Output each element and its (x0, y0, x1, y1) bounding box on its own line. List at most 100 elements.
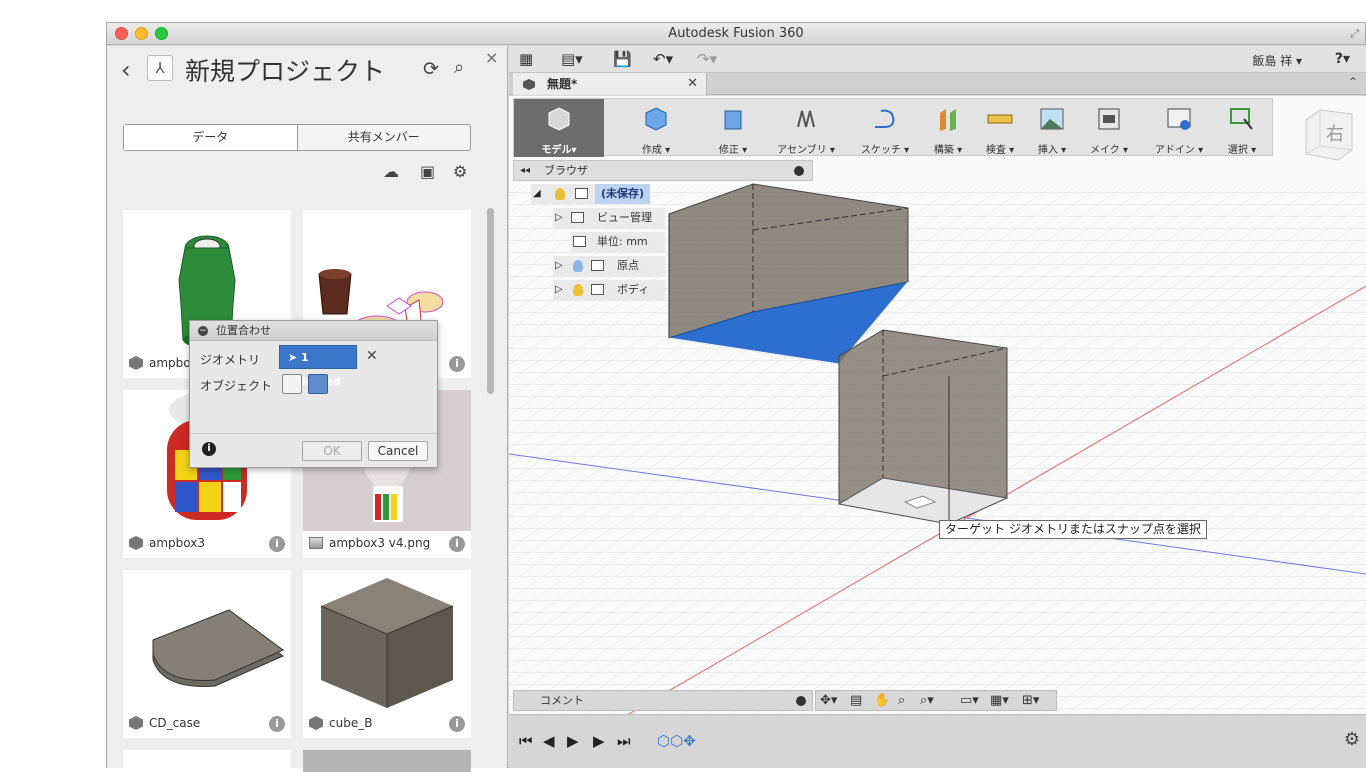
user-menu[interactable]: 飯島 祥 ▾ (1252, 52, 1302, 69)
scrollbar[interactable] (487, 208, 494, 394)
go-to-start-icon[interactable]: ⏮ (519, 732, 533, 750)
workspace-switcher-button[interactable]: モデル▾ (514, 99, 604, 157)
item-name: CD_case (149, 716, 201, 730)
grid-settings-icon[interactable]: ▦▾ (990, 693, 1009, 708)
construct-menu-button[interactable]: 構築 ▾ (926, 99, 970, 157)
cursor-icon: ➤ (288, 351, 302, 364)
new-folder-icon[interactable]: ▣ (420, 162, 435, 181)
step-back-icon[interactable]: ◀ (543, 732, 555, 750)
chevron-up-icon[interactable]: ⌃ (1348, 75, 1358, 89)
play-icon[interactable]: ▶ (593, 732, 605, 750)
modify-menu-button[interactable]: 修正 ▾ (704, 99, 762, 157)
clear-selection-icon[interactable]: ✕ (366, 348, 378, 364)
quick-access-toolbar: ▦ ▤▾ 💾 ↶▾ ↷▾ 飯島 祥 ▾ ?▾ (509, 46, 1366, 73)
tree-node[interactable]: ▷ 原点 (553, 256, 665, 276)
zoom-icon[interactable]: ⌕ (898, 693, 905, 708)
fullscreen-icon[interactable]: ⤢ (1350, 27, 1359, 41)
expanded-icon[interactable]: ◢ (533, 184, 541, 204)
visibility-bulb-icon[interactable] (573, 284, 583, 296)
item-caption: ampbox3 v4.png (309, 536, 430, 550)
insert-menu-button[interactable]: 挿入 ▾ (1030, 99, 1074, 157)
info-icon[interactable]: i (449, 356, 465, 372)
dialog-title-bar[interactable]: − 位置合わせ (190, 321, 437, 341)
fit-icon[interactable]: ⌕▾ (920, 693, 934, 708)
object-body-button[interactable] (282, 374, 302, 394)
assemble-menu-button[interactable]: アセンブリ ▾ (770, 99, 842, 157)
object-component-button[interactable] (308, 374, 328, 394)
make-menu-button[interactable]: メイク ▾ (1082, 99, 1136, 157)
orbit-icon[interactable]: ✥▾ (820, 693, 837, 708)
look-at-icon[interactable]: ▤ (850, 693, 862, 708)
collapsed-icon[interactable]: ▷ (555, 280, 563, 300)
gear-icon[interactable]: ⚙ (453, 162, 467, 181)
collapse-icon[interactable]: − (198, 325, 208, 336)
gear-icon[interactable]: ⚙ (1344, 729, 1360, 750)
tree-root[interactable]: ◢ (未保存) (531, 184, 651, 204)
folder-icon (591, 284, 604, 295)
redo-icon[interactable]: ↷▾ (697, 50, 717, 68)
tree-node[interactable]: 単位: mm (571, 232, 665, 252)
tree-node-label: ボディ (617, 283, 650, 296)
upload-icon[interactable]: ☁ (383, 162, 399, 181)
info-icon[interactable]: i (449, 536, 465, 552)
expand-icon[interactable] (796, 696, 806, 706)
comment-bar[interactable]: コメント (513, 690, 813, 711)
canvas-viewport[interactable]: モデル▾ 作成 ▾ 修正 ▾ アセンブリ ▾ スケッチ ▾ 構築 ▾ 検査 ▾ … (509, 96, 1366, 714)
info-icon[interactable]: i (269, 536, 285, 552)
view-cube[interactable]: 右 (1300, 106, 1358, 164)
search-icon[interactable]: ⌕ (454, 57, 464, 78)
browser-panel-header[interactable]: ◂◂ ブラウザ (513, 160, 813, 181)
list-item[interactable] (123, 750, 291, 772)
cancel-button[interactable]: Cancel (368, 441, 428, 461)
list-item[interactable]: CD_case i (123, 570, 291, 738)
undo-icon[interactable]: ↶▾ (653, 50, 673, 68)
dialog-title: 位置合わせ (216, 323, 271, 337)
list-item[interactable] (303, 750, 471, 772)
sketch-menu-button[interactable]: スケッチ ▾ (850, 99, 920, 157)
visibility-bulb-icon[interactable] (573, 260, 583, 272)
item-caption: cube_B (309, 716, 372, 730)
tab-data[interactable]: データ (124, 125, 298, 150)
item-caption: ampbox3 (129, 536, 205, 550)
close-icon[interactable]: ✕ (687, 73, 698, 95)
thumbnail (123, 570, 291, 711)
tree-node[interactable]: ▷ ボディ (553, 280, 665, 300)
pan-icon[interactable]: ✋ (874, 693, 890, 708)
help-icon[interactable]: ?▾ (1335, 51, 1350, 67)
folder-icon (591, 260, 604, 271)
select-menu-button[interactable]: 選択 ▾ (1220, 99, 1264, 157)
item-caption: CD_case (129, 716, 200, 730)
collapsed-icon[interactable]: ▷ (555, 208, 563, 228)
geometry-selection-button[interactable]: ➤ 1 selected (279, 345, 357, 388)
list-item[interactable]: cube_B i (303, 570, 471, 738)
visibility-bulb-icon[interactable] (555, 188, 565, 200)
back-icon[interactable]: ‹ (121, 56, 131, 84)
info-icon[interactable]: i (202, 442, 216, 456)
inspect-menu-button[interactable]: 検査 ▾ (978, 99, 1022, 157)
info-icon[interactable]: i (269, 716, 285, 732)
go-to-end-icon[interactable]: ⏭ (617, 732, 631, 750)
collapse-left-icon[interactable]: ◂◂ (520, 161, 530, 180)
workspace: ▦ ▤▾ 💾 ↶▾ ↷▾ 飯島 祥 ▾ ?▾ 無題* ✕ ⌃ モデル▾ 作成 ▾… (509, 46, 1366, 768)
addins-menu-button[interactable]: アドイン ▾ (1144, 99, 1214, 157)
ok-button[interactable]: OK (302, 441, 362, 461)
file-menu-icon[interactable]: ▤▾ (561, 50, 583, 68)
save-icon[interactable]: 💾 (613, 50, 632, 68)
collapsed-icon[interactable]: ▷ (555, 256, 563, 276)
display-settings-icon[interactable]: ▭▾ (960, 693, 979, 708)
info-icon[interactable]: i (449, 716, 465, 732)
step-forward-icon[interactable]: ▶ (567, 732, 579, 750)
viewports-icon[interactable]: ⊞▾ (1022, 693, 1039, 708)
close-icon[interactable]: × (485, 48, 498, 67)
tree-node[interactable]: ▷ ビュー管理 (553, 208, 665, 228)
collapse-icon[interactable] (794, 166, 804, 176)
item-caption: ampbox (129, 356, 197, 370)
refresh-icon[interactable]: ⟳ (423, 58, 439, 80)
timeline-feature-icon[interactable]: ⬡⬡✥ (657, 732, 696, 750)
create-menu-button[interactable]: 作成 ▾ (614, 99, 698, 157)
folder-icon (571, 212, 584, 223)
document-tab[interactable]: 無題* ✕ (513, 73, 707, 95)
grid-menu-icon[interactable]: ▦ (519, 50, 533, 68)
tab-shared-members[interactable]: 共有メンバー (298, 125, 471, 150)
data-panel-tabs: データ 共有メンバー (123, 124, 471, 151)
